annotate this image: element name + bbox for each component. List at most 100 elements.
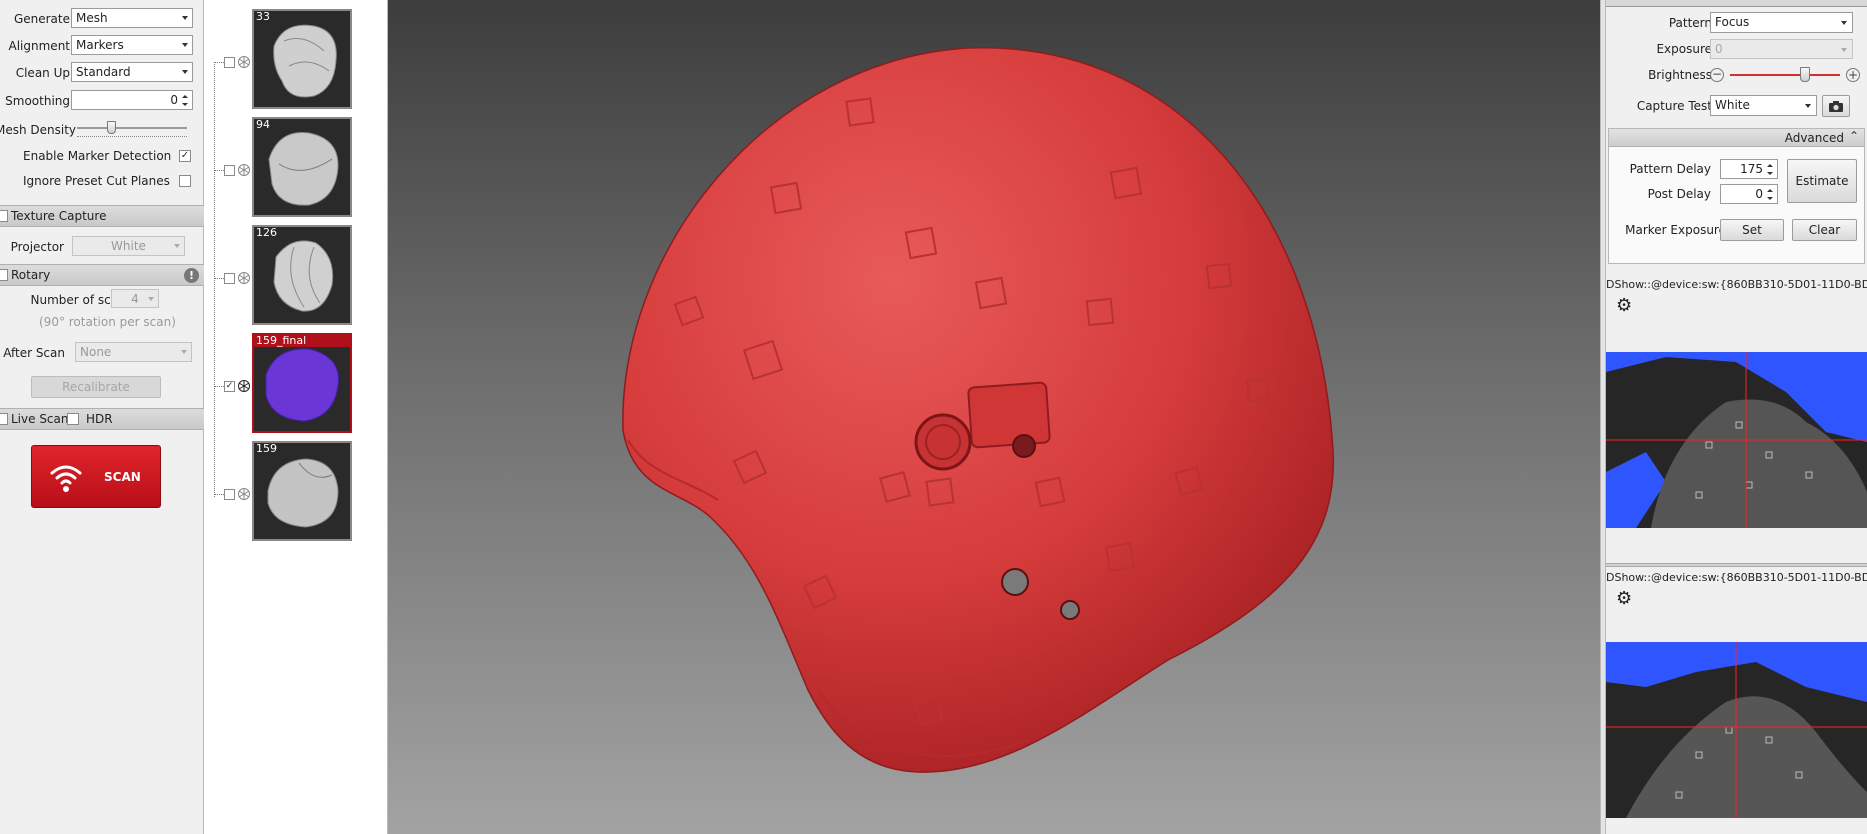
- hdr-checkbox[interactable]: [67, 413, 79, 425]
- rotary-label: Rotary: [11, 268, 51, 282]
- scan-visibility-checkbox[interactable]: [224, 57, 235, 68]
- smoothing-label: Smoothing: [5, 94, 70, 108]
- advanced-section: Advanced ⌃ Pattern Delay 175 Post Delay …: [1608, 128, 1865, 264]
- advanced-label: Advanced: [1784, 131, 1844, 145]
- scan-icon: [238, 56, 250, 68]
- scan-visibility-checkbox[interactable]: [224, 489, 235, 500]
- exposure-spinbox[interactable]: 0: [1710, 39, 1853, 59]
- capture-test-select[interactable]: White: [1710, 95, 1817, 116]
- ignore-cut-planes-label: Ignore Preset Cut Planes: [23, 174, 170, 188]
- number-of-scans-row: Number of scans: 4: [0, 289, 204, 311]
- smoothing-row: Smoothing 0: [0, 90, 204, 112]
- scan-label: 126: [256, 226, 277, 239]
- pattern-delay-label: Pattern Delay: [1629, 162, 1711, 176]
- camera1-view: [1606, 352, 1867, 528]
- helmet-mesh[interactable]: [388, 0, 1600, 834]
- advanced-header[interactable]: Advanced ⌃: [1609, 129, 1864, 147]
- smoothing-spinbox[interactable]: 0: [71, 90, 193, 110]
- scan-list-panel: 33 94 126 ✓ 159_final 159: [204, 0, 388, 834]
- collapse-icon[interactable]: ⌃: [1849, 129, 1859, 143]
- after-scan-row: After Scan None: [0, 342, 204, 364]
- chevron-down-icon: [182, 43, 188, 47]
- pattern-delay-spinbox[interactable]: 175: [1720, 159, 1778, 179]
- cleanup-row: Clean Up Standard: [0, 62, 204, 84]
- gear-icon[interactable]: ⚙: [1616, 295, 1632, 316]
- hdr-label: HDR: [86, 412, 113, 426]
- scan-visibility-checkbox[interactable]: [224, 165, 235, 176]
- info-icon[interactable]: !: [184, 268, 199, 283]
- mesh-density-row: Mesh Density: [0, 119, 204, 141]
- generate-label: Generate: [13, 12, 70, 26]
- recalibrate-button[interactable]: Recalibrate: [31, 376, 161, 398]
- generate-row: Generate Mesh: [0, 8, 204, 30]
- gear-icon[interactable]: ⚙: [1616, 588, 1632, 609]
- scan-thumbnail[interactable]: 33: [252, 9, 352, 109]
- ignore-cut-planes-checkbox[interactable]: [179, 175, 191, 187]
- scan-label: 159_final: [254, 334, 350, 347]
- scan-settings-panel: Generate Mesh Alignment Markers Clean Up…: [0, 0, 204, 834]
- pattern-label: Pattern: [1668, 16, 1712, 30]
- live-scan-label: Live Scan: [11, 412, 69, 426]
- scan-visibility-checkbox[interactable]: ✓: [224, 381, 235, 392]
- rotation-note: (90° rotation per scan): [39, 315, 176, 329]
- pattern-select[interactable]: Focus: [1710, 12, 1853, 33]
- cleanup-select[interactable]: Standard: [71, 62, 193, 82]
- scan-button[interactable]: SCAN: [31, 445, 161, 508]
- scan-label: 33: [256, 10, 270, 23]
- scan-icon: [238, 488, 250, 500]
- scan-button-label: SCAN: [104, 470, 141, 484]
- slider-thumb[interactable]: [107, 121, 116, 134]
- after-scan-select[interactable]: None: [75, 342, 192, 362]
- brightness-slider[interactable]: − +: [1710, 65, 1861, 85]
- after-scan-label: After Scan: [3, 346, 65, 360]
- live-scan-header: Live Scan HDR: [0, 408, 204, 430]
- slider-thumb[interactable]: [1800, 67, 1810, 82]
- scan-label: 159: [256, 442, 277, 455]
- camera2-title: DShow::@device:sw:{860BB310-5D01-11D0-BD…: [1606, 571, 1867, 584]
- alignment-row: Alignment Markers: [0, 35, 204, 57]
- scan-thumbnail[interactable]: 159: [252, 441, 352, 541]
- scan-label: 94: [256, 118, 270, 131]
- minus-icon[interactable]: −: [1710, 68, 1724, 82]
- post-delay-label: Post Delay: [1647, 187, 1711, 201]
- alignment-label: Alignment: [8, 39, 70, 53]
- marker-detection-label: Enable Marker Detection: [23, 149, 172, 163]
- scan-thumbnail[interactable]: 126: [252, 225, 352, 325]
- camera2-view: [1606, 642, 1867, 818]
- rotary-header: Rotary !: [0, 264, 204, 286]
- 3d-viewport[interactable]: [388, 0, 1600, 834]
- live-scan-checkbox[interactable]: [0, 413, 8, 425]
- plus-icon[interactable]: +: [1846, 68, 1860, 82]
- projector-select[interactable]: White: [72, 236, 185, 256]
- chevron-down-icon: [182, 70, 188, 74]
- chevron-down-icon: [182, 16, 188, 20]
- alignment-select[interactable]: Markers: [71, 35, 193, 55]
- brightness-label: Brightness: [1648, 68, 1712, 82]
- scan-thumbnail-selected[interactable]: 159_final: [252, 333, 352, 433]
- mesh-density-slider[interactable]: [77, 121, 187, 139]
- clear-button[interactable]: Clear: [1792, 219, 1857, 241]
- estimate-button[interactable]: Estimate: [1787, 159, 1857, 203]
- chevron-down-icon: [1805, 104, 1811, 108]
- rotary-checkbox[interactable]: [0, 269, 8, 281]
- generate-select[interactable]: Mesh: [71, 8, 193, 28]
- rotation-note-row: (90° rotation per scan): [0, 312, 204, 334]
- post-delay-spinbox[interactable]: 0: [1720, 184, 1778, 204]
- marker-exposure-label: Marker Exposure: [1625, 223, 1726, 237]
- capture-test-button[interactable]: [1822, 95, 1850, 117]
- marker-detection-row: Enable Marker Detection ✓: [0, 146, 204, 168]
- chevron-down-icon: [1841, 21, 1847, 25]
- number-of-scans-select[interactable]: 4: [111, 289, 159, 308]
- camera-icon: [1829, 101, 1843, 112]
- scan-visibility-checkbox[interactable]: [224, 273, 235, 284]
- set-button[interactable]: Set: [1720, 219, 1784, 241]
- texture-capture-header: Texture Capture: [0, 205, 204, 227]
- camera-splitter[interactable]: [1606, 563, 1867, 567]
- marker-detection-checkbox[interactable]: ✓: [179, 150, 191, 162]
- projector-label: Projector: [10, 240, 64, 254]
- cleanup-label: Clean Up: [15, 66, 70, 80]
- scan-icon: [238, 272, 250, 284]
- texture-capture-checkbox[interactable]: [0, 210, 8, 222]
- texture-capture-label: Texture Capture: [11, 209, 107, 223]
- scan-thumbnail[interactable]: 94: [252, 117, 352, 217]
